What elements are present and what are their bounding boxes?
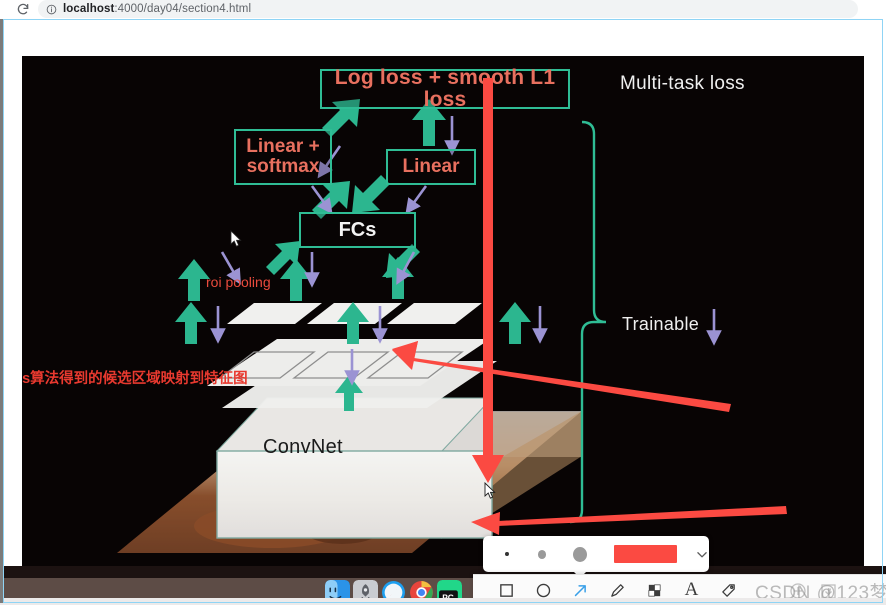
trainable-bracket xyxy=(569,120,607,524)
roi-pooling-label: roi pooling xyxy=(206,274,271,290)
stroke-size-large[interactable] xyxy=(573,546,588,562)
browser-toolbar: localhost:4000/day04/section4.html xyxy=(0,0,886,18)
screenshot-root: localhost:4000/day04/section4.html Log l… xyxy=(0,0,886,605)
convnet-label: ConvNet xyxy=(263,436,343,458)
address-bar[interactable]: localhost:4000/day04/section4.html xyxy=(38,0,858,18)
loss-box: Log loss + smooth L1 loss xyxy=(320,65,570,111)
multi-task-loss-label: Multi-task loss xyxy=(620,73,745,94)
mosaic-icon xyxy=(648,583,661,597)
linear-softmax-line2: softmax xyxy=(246,156,320,177)
stroke-size-small[interactable] xyxy=(505,552,509,556)
loss-box-label: Log loss + smooth L1 loss xyxy=(334,65,556,111)
fcs-box-label: FCs xyxy=(338,218,377,241)
linear-softmax-box: Linear + softmax xyxy=(234,129,332,185)
square-icon xyxy=(500,583,513,597)
stroke-and-color-popup[interactable] xyxy=(483,536,709,578)
linear-box: Linear xyxy=(386,149,476,185)
mouse-cursor-upper xyxy=(230,230,242,247)
page-bottom-edge xyxy=(0,598,886,605)
fcs-box: FCs xyxy=(299,212,416,248)
pencil-icon xyxy=(611,583,624,597)
ss-algorithm-note: ss算法得到的候选区域映射到特征图 xyxy=(22,371,248,387)
slide-canvas: Log loss + smooth L1 loss Linear + softm… xyxy=(22,56,864,566)
stroke-size-medium[interactable] xyxy=(537,549,547,559)
trainable-label: Trainable xyxy=(622,314,700,334)
url-text: localhost:4000/day04/section4.html xyxy=(63,3,251,15)
circle-icon xyxy=(536,583,551,597)
url-path: :4000/day04/section4.html xyxy=(114,3,252,15)
mouse-cursor-lower xyxy=(484,482,496,499)
capture-edge-left xyxy=(0,19,3,603)
convnet-box xyxy=(215,396,493,539)
tag-icon xyxy=(722,583,735,597)
arrow-up-right-icon xyxy=(574,584,586,596)
linear-box-label: Linear xyxy=(402,156,460,178)
info-circle-icon xyxy=(46,4,57,14)
current-color-swatch[interactable] xyxy=(614,545,677,563)
reload-icon[interactable] xyxy=(16,2,30,16)
fast-rcnn-diagram xyxy=(117,99,722,553)
chevron-down-icon[interactable] xyxy=(695,547,709,562)
url-host: localhost xyxy=(63,3,115,15)
linear-softmax-line1: Linear + xyxy=(246,136,320,158)
